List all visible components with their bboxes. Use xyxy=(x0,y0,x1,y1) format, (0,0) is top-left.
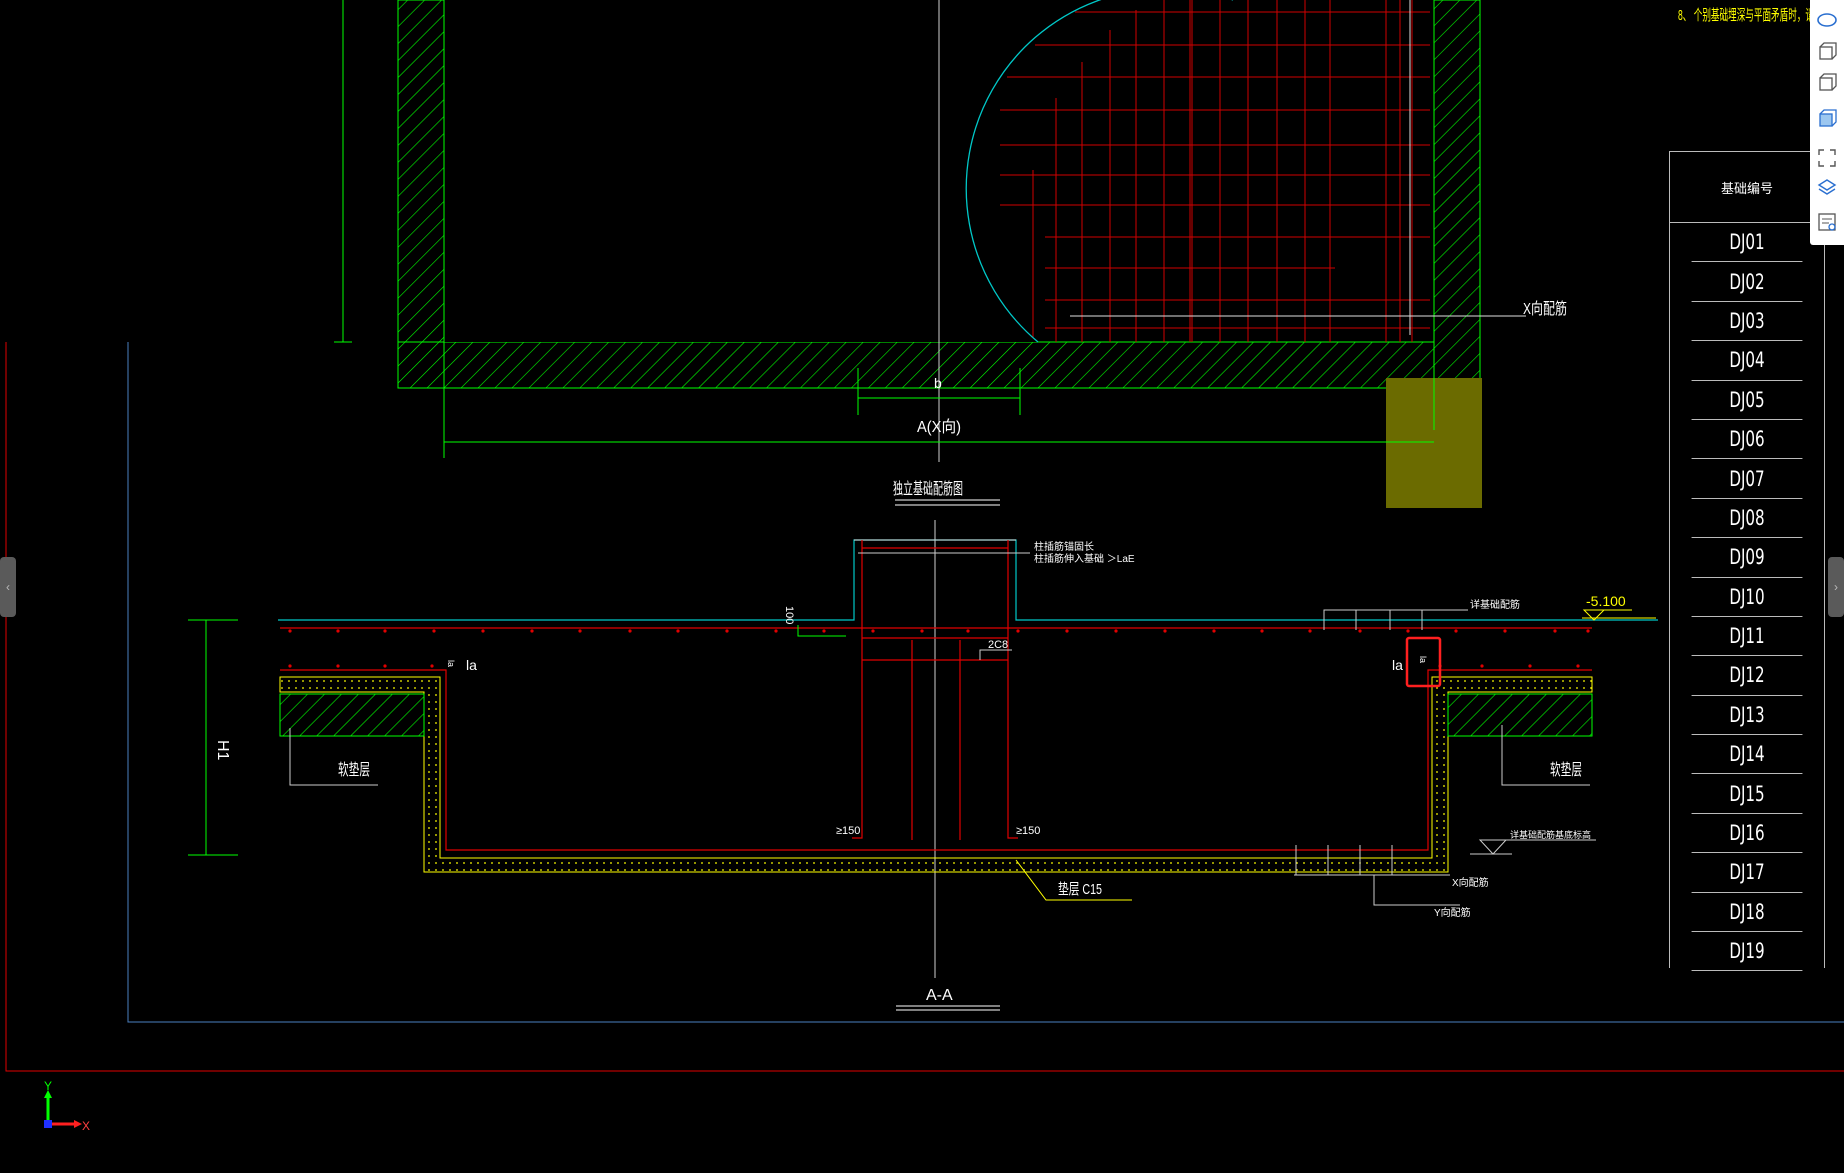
ucs-y: Y xyxy=(44,1079,52,1093)
ellipse-3d-icon[interactable] xyxy=(1815,8,1839,32)
b-dim-label: b xyxy=(934,375,942,391)
table-row: DJ08 xyxy=(1691,499,1803,539)
note-8: 8、 个别基础埋深与平面矛盾时，请 xyxy=(1678,7,1814,24)
table-row: DJ09 xyxy=(1691,538,1803,578)
table-row: DJ05 xyxy=(1691,381,1803,420)
table-row: DJ11 xyxy=(1691,617,1803,657)
table-row: DJ06 xyxy=(1691,420,1803,460)
cube-view-icon[interactable] xyxy=(1815,70,1839,94)
table-row: DJ18 xyxy=(1691,893,1803,933)
dim-100: 100 xyxy=(783,606,795,624)
table-row: DJ13 xyxy=(1691,696,1803,736)
la-small-right: la xyxy=(1418,656,1428,663)
foundation-table: 基础编号 DJ01 DJ02 DJ03 DJ04 DJ05 DJ06 DJ07 DJ08 DJ0… xyxy=(1669,151,1844,972)
table-row: DJ03 xyxy=(1691,302,1803,342)
x-rebar-label: X向配筋 xyxy=(1523,300,1567,318)
table-row: DJ16 xyxy=(1691,814,1803,854)
soft-cushion-right: 软垫层 xyxy=(1550,761,1582,779)
bottom-elev-note: 详基础配筋基底标高 xyxy=(1510,829,1591,840)
table-row: DJ04 xyxy=(1691,341,1803,381)
bottom-rebar-note: 详基础配筋 xyxy=(1470,598,1520,611)
table-row: DJ15 xyxy=(1691,774,1803,814)
a-dim-label: A(X向) xyxy=(917,418,961,436)
cad-drawing-canvas[interactable]: X向配筋 b A(X向) 独立基础配筋图 H1 软垫层 软垫层 la la la… xyxy=(0,0,1844,1173)
properties-icon[interactable] xyxy=(1815,210,1839,234)
left-panel-toggle[interactable]: ‹ xyxy=(0,557,16,617)
cube-3d-icon[interactable] xyxy=(1815,40,1839,64)
view-toolbar xyxy=(1810,0,1844,245)
table-row: DJ12 xyxy=(1691,656,1803,696)
ucs-icon xyxy=(44,1090,82,1128)
table-row: DJ10 xyxy=(1691,578,1803,617)
fullscreen-icon[interactable] xyxy=(1815,146,1839,170)
plan-title: 独立基础配筋图 xyxy=(893,480,963,498)
section-title: A-A xyxy=(926,987,953,1004)
table-row: DJ02 xyxy=(1691,262,1803,302)
soft-cushion-left: 软垫层 xyxy=(338,761,370,779)
table-row: DJ17 xyxy=(1691,853,1803,893)
y-rebar-note: Y向配筋 xyxy=(1434,906,1471,919)
ucs-x: X xyxy=(82,1119,90,1133)
x-rebar-note: X向配筋 xyxy=(1452,876,1489,889)
ge150-right: ≥150 xyxy=(1016,825,1040,837)
cube-solid-icon[interactable] xyxy=(1815,106,1839,130)
la-right: la xyxy=(1392,657,1403,673)
elevation-label: -5.100 xyxy=(1586,593,1626,609)
c8-label: 2C8 xyxy=(988,639,1008,651)
la-small-left: la xyxy=(446,660,456,667)
soft-layer-right xyxy=(1447,693,1593,737)
top-note-2: 柱插筋伸入基础 ＞LaE xyxy=(1034,552,1135,565)
layer-icon[interactable] xyxy=(1815,176,1839,200)
table-row: DJ14 xyxy=(1691,735,1803,775)
top-note-1: 柱插筋锚固长 xyxy=(1034,540,1094,553)
plan-wall-right xyxy=(1433,0,1481,389)
ge150-left: ≥150 xyxy=(836,825,860,837)
rebar-grid xyxy=(1000,0,1430,342)
table-header: 基础编号 xyxy=(1670,152,1824,223)
la-left: la xyxy=(466,657,477,673)
soft-layer-left xyxy=(279,693,425,737)
table-row: DJ01 xyxy=(1691,223,1803,263)
table-row: DJ07 xyxy=(1691,459,1803,499)
table-row: DJ19 xyxy=(1691,932,1803,972)
cushion-layer xyxy=(279,676,1593,873)
cushion-c15-label: 垫层 C15 xyxy=(1058,881,1102,898)
h1-label: H1 xyxy=(214,740,231,761)
